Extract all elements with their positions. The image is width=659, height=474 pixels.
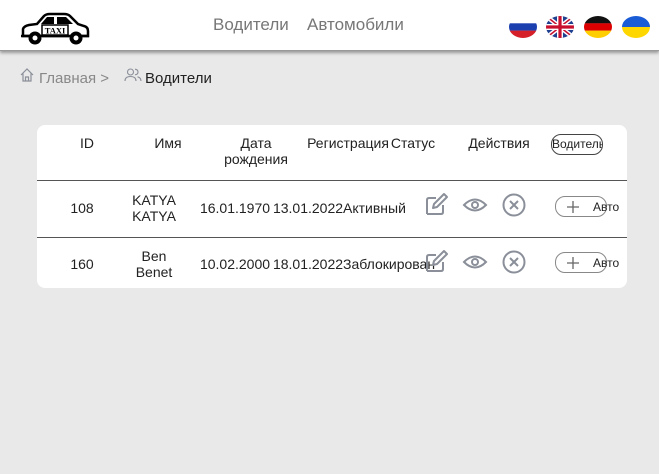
- cell-name-line1: KATYA: [132, 192, 176, 208]
- add-car-label: Авто: [593, 256, 620, 270]
- cell-id: 108: [70, 200, 94, 216]
- col-header-registration: Регистрация: [307, 135, 389, 151]
- edit-icon[interactable]: [423, 249, 449, 275]
- delete-circle-x-icon[interactable]: [501, 249, 527, 275]
- edit-icon[interactable]: [423, 192, 449, 218]
- add-car-label: Авто: [593, 200, 620, 214]
- cell-registration: 18.01.2022: [272, 256, 344, 272]
- breadcrumb-current-label: Водители: [145, 70, 212, 87]
- view-eye-icon[interactable]: [462, 249, 488, 275]
- col-header-birth-line2: рождения: [224, 151, 288, 167]
- delete-circle-x-icon[interactable]: [501, 192, 527, 218]
- cell-status: Заблокирован: [343, 256, 436, 272]
- col-header-actions: Действия: [468, 135, 530, 151]
- add-car-button[interactable]: Авто: [555, 252, 619, 273]
- col-header-birth-line1: Дата: [240, 135, 272, 151]
- taxi-logo[interactable]: TAXI: [20, 12, 90, 48]
- plus-icon: [567, 257, 579, 269]
- users-icon: [124, 68, 142, 82]
- top-header: TAXI Водители Автомобили: [0, 0, 659, 51]
- cell-name-line1: Ben: [141, 248, 167, 264]
- cell-name-line2: KATYA: [132, 208, 176, 224]
- uk-flag-icon[interactable]: [546, 16, 574, 38]
- cell-name: KATYA KATYA: [119, 192, 189, 224]
- add-car-button[interactable]: Авто: [555, 196, 619, 217]
- col-header-id: ID: [80, 135, 94, 151]
- taxi-car-icon: TAXI: [21, 12, 90, 45]
- german-flag-icon[interactable]: [584, 16, 612, 38]
- breadcrumb-home-label: Главная >: [39, 70, 110, 87]
- plus-icon: [567, 201, 579, 213]
- home-icon: [20, 68, 34, 82]
- add-driver-button[interactable]: Водитель: [551, 134, 603, 155]
- row-divider: [37, 237, 627, 238]
- header-divider: [37, 180, 627, 181]
- russian-flag-icon[interactable]: [509, 16, 537, 38]
- ukrainian-flag-icon[interactable]: [622, 16, 650, 38]
- cell-id: 160: [70, 256, 94, 272]
- col-header-status: Статус: [390, 135, 436, 151]
- nav-cars-link[interactable]: Автомобили: [307, 15, 404, 35]
- cell-birth-date: 16.01.1970: [199, 200, 271, 216]
- cell-registration: 13.01.2022: [272, 200, 344, 216]
- cell-name: Ben Benet: [119, 248, 189, 280]
- drivers-table: ID Имя Дата рождения Регистрация Статус …: [37, 125, 627, 288]
- logo-text: TAXI: [45, 26, 66, 36]
- cell-birth-date: 10.02.2000: [199, 256, 271, 272]
- nav-drivers-link[interactable]: Водители: [213, 15, 289, 35]
- col-header-birth-date: Дата рождения: [217, 135, 295, 167]
- col-header-name: Имя: [154, 135, 182, 151]
- cell-status: Активный: [343, 200, 406, 216]
- view-eye-icon[interactable]: [462, 192, 488, 218]
- cell-name-line2: Benet: [135, 264, 173, 280]
